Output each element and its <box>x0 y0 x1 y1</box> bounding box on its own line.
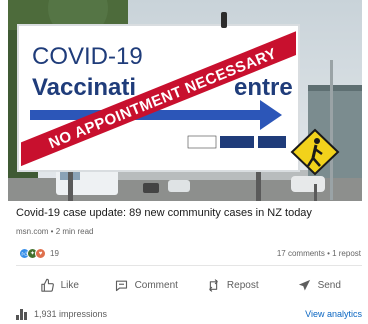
article-image[interactable]: COVID-19 Vaccinati entre NO APPOINTMENT … <box>8 0 362 201</box>
comments-reposts-count[interactable]: 17 comments • 1 repost <box>277 249 361 258</box>
sign-line2-end: entre <box>234 74 293 101</box>
comment-label: Comment <box>134 279 178 291</box>
article-source: msn.com • 2 min read <box>16 227 94 236</box>
car <box>143 183 159 193</box>
impressions-count: 1,931 impressions <box>34 309 108 319</box>
action-bar: Like Comment Repost Send <box>16 272 362 298</box>
car <box>291 176 325 192</box>
repost-icon <box>206 278 221 293</box>
divider <box>16 265 362 266</box>
send-label: Send <box>317 279 341 291</box>
sign-line1: COVID-19 <box>32 43 143 70</box>
comment-icon <box>114 278 129 293</box>
canterbury-logo <box>187 135 217 149</box>
like-button[interactable]: Like <box>16 272 103 298</box>
repost-label: Repost <box>226 279 259 291</box>
view-analytics-link[interactable]: View analytics <box>305 309 362 319</box>
post-footer: 1,931 impressions View analytics <box>16 306 362 322</box>
reactions[interactable]: 👍︎ ✦ ♥ 19 <box>19 247 59 260</box>
like-label: Like <box>60 279 79 291</box>
health-logo <box>220 136 254 148</box>
unite-logo <box>258 136 286 148</box>
vaccination-sign: COVID-19 Vaccinati entre NO APPOINTMENT … <box>17 24 300 172</box>
send-button[interactable]: Send <box>276 272 363 298</box>
comment-button[interactable]: Comment <box>103 272 190 298</box>
article-image-graphic: COVID-19 Vaccinati entre NO APPOINTMENT … <box>8 0 362 201</box>
lamp <box>221 12 227 28</box>
impressions-chart-icon <box>16 308 27 320</box>
reaction-count: 19 <box>50 249 59 258</box>
sign-line2: Vaccinati <box>32 74 136 101</box>
repost-button[interactable]: Repost <box>189 272 276 298</box>
send-icon <box>297 278 312 293</box>
thumbs-up-icon <box>40 278 55 293</box>
article-title[interactable]: Covid-19 case update: 89 new community c… <box>16 207 362 219</box>
love-reaction-icon: ♥ <box>35 248 46 259</box>
car <box>168 180 190 192</box>
